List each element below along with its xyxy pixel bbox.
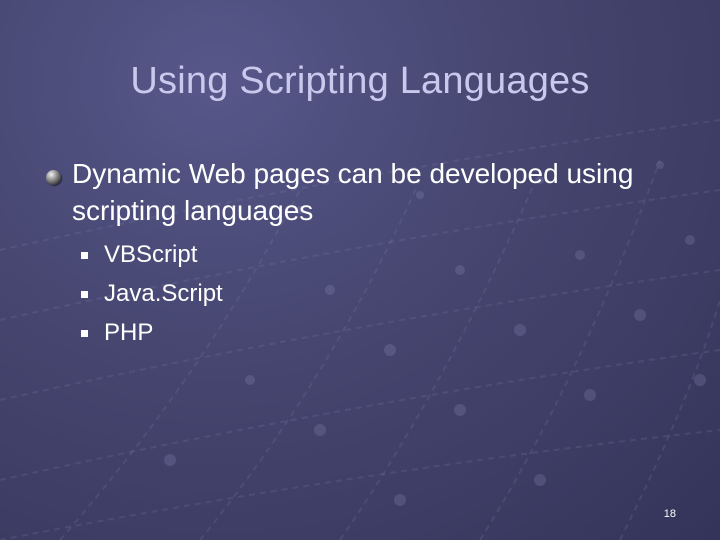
page-number: 18 (663, 508, 676, 520)
square-bullet-icon (81, 291, 88, 298)
sub-bullet-text: Java.Script (104, 280, 223, 307)
sub-bullet-item: Java.Script (78, 275, 478, 314)
sub-bullet-text: VBScript (104, 241, 198, 268)
square-bullet-icon (81, 252, 88, 259)
sub-bullet-list: VBScript Java.Script PHP (78, 236, 478, 353)
sub-bullet-item: VBScript (78, 236, 478, 275)
sub-bullet-item: PHP (78, 314, 478, 353)
square-bullet-icon (81, 330, 88, 337)
slide: Using Scripting Languages Dynamic Web pa… (0, 0, 720, 540)
sphere-bullet-icon (46, 170, 61, 185)
slide-title: Using Scripting Languages (130, 60, 590, 102)
sub-bullet-text: PHP (104, 319, 154, 346)
main-bullet-text: Dynamic Web pages can be developed using… (72, 158, 634, 226)
